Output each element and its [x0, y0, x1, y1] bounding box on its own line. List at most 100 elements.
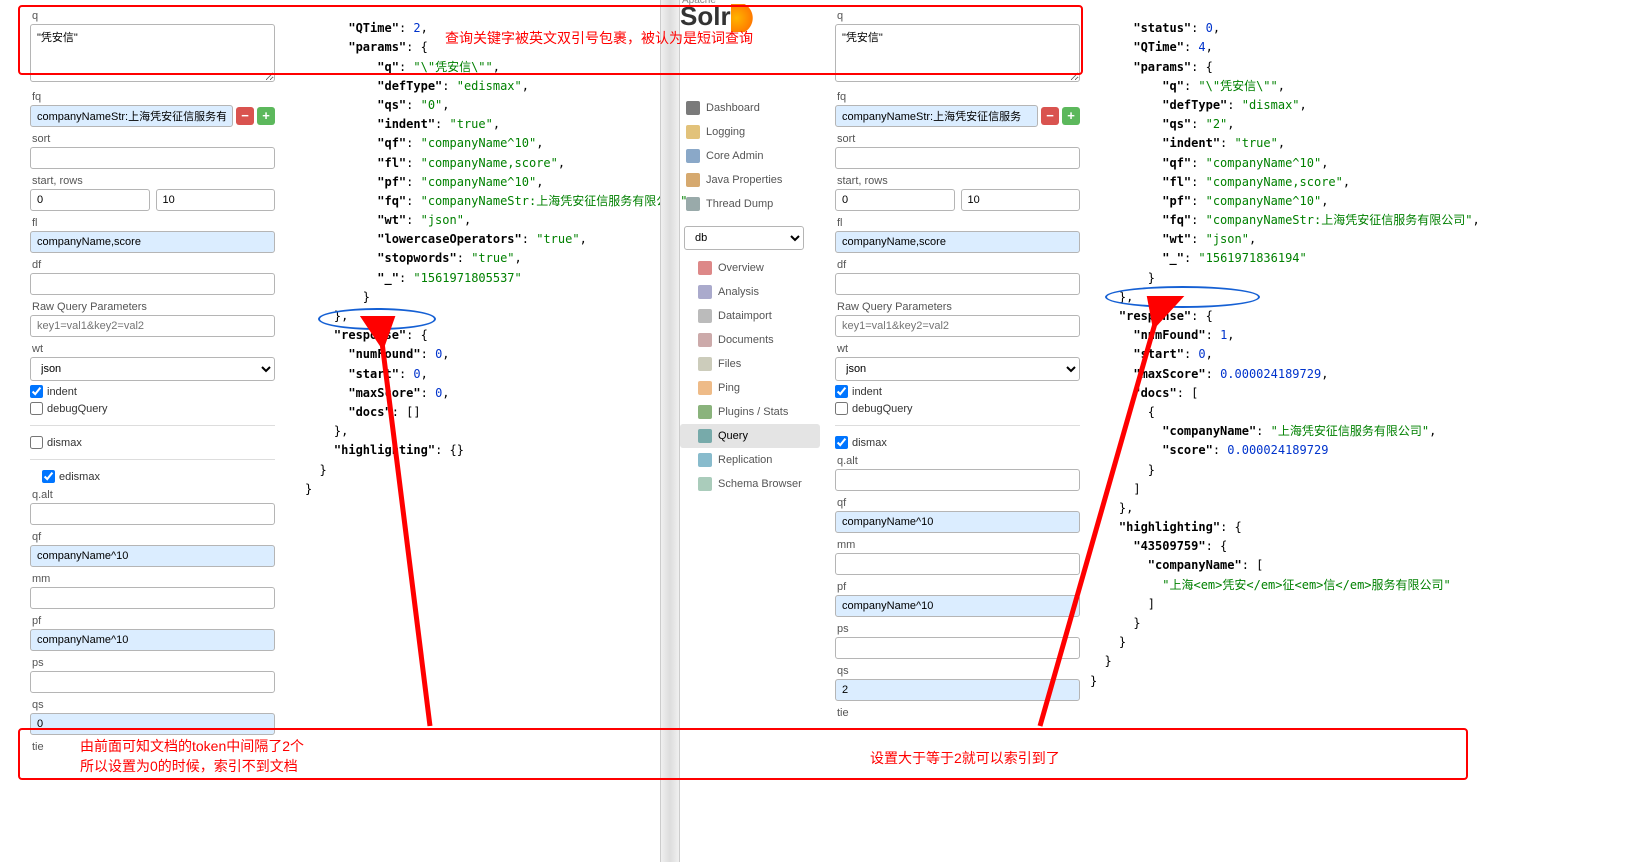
- qalt-input[interactable]: [835, 469, 1080, 491]
- qs-label: qs: [32, 699, 275, 711]
- json-response-right: "status": 0, "QTime": 4, "params": { "q"…: [1090, 0, 1630, 710]
- raw-input[interactable]: [30, 315, 275, 337]
- pf-input[interactable]: [30, 629, 275, 651]
- wt-label: wt: [32, 343, 275, 355]
- start-input[interactable]: [30, 189, 150, 211]
- qf-input[interactable]: [835, 511, 1080, 533]
- json-response-left: "QTime": 2, "params": { "q": "\"凭安信\"", …: [305, 0, 655, 518]
- fq-label: fq: [837, 91, 1080, 103]
- q-input[interactable]: "凭安信": [835, 24, 1080, 82]
- nav-coreadmin[interactable]: Core Admin: [680, 144, 820, 168]
- ps-label: ps: [32, 657, 275, 669]
- sort-input[interactable]: [30, 147, 275, 169]
- core-admin-icon: [686, 149, 700, 163]
- nav-dashboard[interactable]: Dashboard: [680, 96, 820, 120]
- nav-dataimport[interactable]: Dataimport: [680, 304, 820, 328]
- df-label: df: [837, 259, 1080, 271]
- documents-icon: [698, 333, 712, 347]
- overview-icon: [698, 261, 712, 275]
- ps-label: ps: [837, 623, 1080, 635]
- qf-input[interactable]: [30, 545, 275, 567]
- nav-logging[interactable]: Logging: [680, 120, 820, 144]
- fq-add-button[interactable]: +: [1062, 107, 1080, 125]
- fq-input[interactable]: [30, 105, 233, 127]
- query-icon: [698, 429, 712, 443]
- wt-select[interactable]: json: [835, 357, 1080, 381]
- raw-label: Raw Query Parameters: [837, 301, 1080, 313]
- debugquery-checkbox[interactable]: [30, 402, 43, 415]
- start-rows-label: start, rows: [32, 175, 275, 187]
- raw-input[interactable]: [835, 315, 1080, 337]
- qalt-input[interactable]: [30, 503, 275, 525]
- qalt-label: q.alt: [837, 455, 1080, 467]
- fl-label: fl: [32, 217, 275, 229]
- nav-analysis[interactable]: Analysis: [680, 280, 820, 304]
- qs-input[interactable]: [835, 679, 1080, 701]
- sort-label: sort: [837, 133, 1080, 145]
- wt-label: wt: [837, 343, 1080, 355]
- fl-input[interactable]: [835, 231, 1080, 253]
- logging-icon: [686, 125, 700, 139]
- dismax-checkbox[interactable]: [30, 436, 43, 449]
- nav-files[interactable]: Files: [680, 352, 820, 376]
- java-props-icon: [686, 173, 700, 187]
- thread-dump-icon: [686, 197, 700, 211]
- annotation-text-bottom-left1: 由前面可知文档的token中间隔了2个: [80, 736, 304, 756]
- debugquery-checkbox[interactable]: [835, 402, 848, 415]
- df-label: df: [32, 259, 275, 271]
- core-select[interactable]: db: [684, 226, 804, 250]
- schema-icon: [698, 477, 712, 491]
- qs-label: qs: [837, 665, 1080, 677]
- q-label: q: [837, 10, 1080, 22]
- plugins-icon: [698, 405, 712, 419]
- rows-input[interactable]: [961, 189, 1081, 211]
- df-input[interactable]: [835, 273, 1080, 295]
- qs-input[interactable]: [30, 713, 275, 735]
- qf-label: qf: [32, 531, 275, 543]
- analysis-icon: [698, 285, 712, 299]
- tie-label: tie: [837, 707, 1080, 719]
- nav-threaddump[interactable]: Thread Dump: [680, 192, 820, 216]
- mm-label: mm: [837, 539, 1080, 551]
- nav-javaprops[interactable]: Java Properties: [680, 168, 820, 192]
- indent-checkbox[interactable]: [30, 385, 43, 398]
- pf-label: pf: [837, 581, 1080, 593]
- rows-input[interactable]: [156, 189, 276, 211]
- mm-input[interactable]: [835, 553, 1080, 575]
- nav-sidebar: Dashboard Logging Core Admin Java Proper…: [680, 36, 820, 496]
- sort-label: sort: [32, 133, 275, 145]
- q-input[interactable]: "凭安信": [30, 24, 275, 82]
- nav-ping[interactable]: Ping: [680, 376, 820, 400]
- fq-add-button[interactable]: +: [257, 107, 275, 125]
- annotation-text-bottom-right: 设置大于等于2就可以索引到了: [870, 748, 1060, 768]
- ps-input[interactable]: [835, 637, 1080, 659]
- wt-select[interactable]: json: [30, 357, 275, 381]
- dismax-checkbox[interactable]: [835, 436, 848, 449]
- df-input[interactable]: [30, 273, 275, 295]
- fq-remove-button[interactable]: −: [1041, 107, 1059, 125]
- indent-checkbox[interactable]: [835, 385, 848, 398]
- mm-input[interactable]: [30, 587, 275, 609]
- fq-input[interactable]: [835, 105, 1038, 127]
- pf-input[interactable]: [835, 595, 1080, 617]
- nav-query[interactable]: Query: [680, 424, 820, 448]
- start-input[interactable]: [835, 189, 955, 211]
- dashboard-icon: [686, 101, 700, 115]
- sort-input[interactable]: [835, 147, 1080, 169]
- fq-remove-button[interactable]: −: [236, 107, 254, 125]
- mm-label: mm: [32, 573, 275, 585]
- ping-icon: [698, 381, 712, 395]
- q-label: q: [32, 10, 275, 22]
- fl-input[interactable]: [30, 231, 275, 253]
- annotation-text-bottom-left2: 所以设置为0的时候，索引不到文档: [80, 756, 298, 776]
- nav-replication[interactable]: Replication: [680, 448, 820, 472]
- raw-label: Raw Query Parameters: [32, 301, 275, 313]
- edismax-checkbox[interactable]: [42, 470, 55, 483]
- nav-plugins[interactable]: Plugins / Stats: [680, 400, 820, 424]
- ps-input[interactable]: [30, 671, 275, 693]
- nav-documents[interactable]: Documents: [680, 328, 820, 352]
- nav-schema[interactable]: Schema Browser: [680, 472, 820, 496]
- nav-overview[interactable]: Overview: [680, 256, 820, 280]
- fq-label: fq: [32, 91, 275, 103]
- dataimport-icon: [698, 309, 712, 323]
